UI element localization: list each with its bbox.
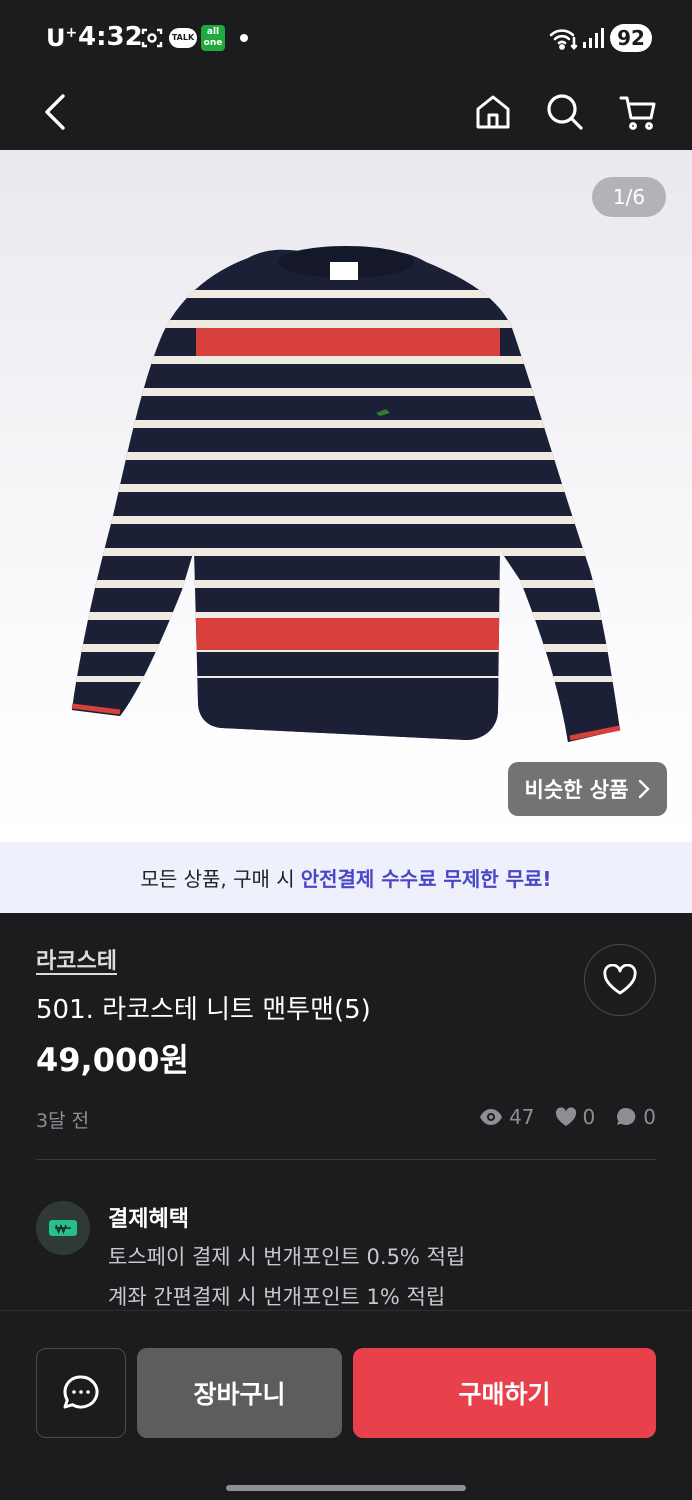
payment-benefit-icon [36,1201,90,1255]
more-notifications-dot [240,34,248,42]
similar-products-button[interactable]: 비슷한 상품 [508,762,667,816]
promo-text: 모든 상품, 구매 시 [140,867,295,891]
cellular-signal-icon [582,26,604,54]
clock: 4:32 [78,22,143,52]
allone-notification-icon: all one [201,25,225,51]
home-indicator[interactable] [226,1485,466,1491]
battery-indicator: 92 [610,24,652,52]
brand-link[interactable]: 라코스테 [36,943,117,975]
promo-highlight: 안전결제 수수료 무제한 무료! [300,867,552,891]
product-price: 49,000원 [36,1041,189,1079]
home-button[interactable] [465,84,521,140]
posted-time: 3달 전 [36,1110,90,1132]
status-bar: U+ 4:32 TALK all one 92 [0,0,692,76]
promo-banner[interactable]: 모든 상품, 구매 시 안전결제 수수료 무제한 무료! [0,842,692,913]
like-count: 0 [582,1105,596,1129]
heart-count-icon [555,1107,576,1126]
product-stats: 47 0 0 [479,1105,656,1129]
heart-icon [603,964,637,995]
similar-products-label: 비슷한 상품 [524,778,629,802]
eye-icon [480,1109,503,1125]
benefit-line-account: 계좌 간편결제 시 번개포인트 1% 적립 [108,1285,446,1309]
search-button[interactable] [537,84,593,140]
wifi-icon [548,26,578,56]
payment-benefit-title: 결제혜택 [108,1207,189,1232]
product-image-gallery[interactable]: 1/6 비슷한 상품 [0,150,692,842]
chevron-right-icon [639,779,651,799]
back-button[interactable] [27,84,83,140]
buy-now-button[interactable]: 구매하기 [353,1348,656,1438]
home-icon [476,95,510,129]
chat-count: 0 [643,1105,656,1129]
chat-button[interactable] [36,1348,126,1438]
search-icon [547,94,583,130]
product-title: 501. 라코스테 니트 맨투맨(5) [36,995,371,1025]
product-photo-striped-sweater [71,246,621,742]
favorite-button[interactable] [584,944,656,1016]
chat-count-icon [617,1107,636,1125]
screenshot-icon [140,26,164,54]
product-info: 라코스테 501. 라코스테 니트 맨투맨(5) 49,000원 3달 전 47… [0,913,692,1310]
image-counter: 1/6 [592,177,666,217]
chevron-left-icon [45,94,65,130]
cart-icon [619,96,656,130]
carrier-label: U+ [46,24,78,52]
kakaotalk-notification-icon: TALK [169,28,197,48]
add-to-cart-button[interactable]: 장바구니 [137,1348,342,1438]
chat-icon [63,1375,99,1409]
benefit-line-toss: 토스페이 결제 시 번개포인트 0.5% 적립 [108,1245,466,1269]
view-count: 47 [509,1105,535,1129]
cart-button[interactable] [610,84,666,140]
divider [36,1159,656,1160]
app-header [0,76,692,150]
bottom-action-bar: 장바구니 구매하기 [0,1310,692,1500]
